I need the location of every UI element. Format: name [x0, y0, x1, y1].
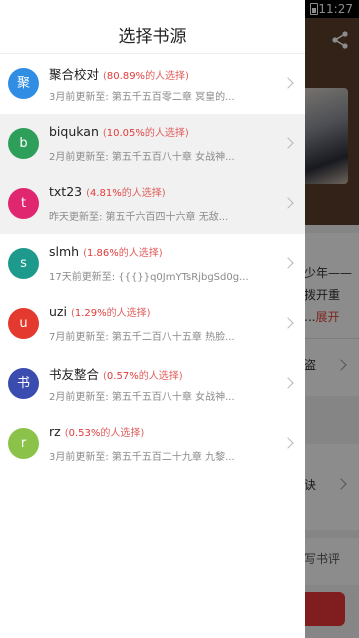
source-name: 聚合校对 — [49, 67, 100, 82]
source-latest-update: 昨天更新至: 第五千六百四十六章 无敌... — [49, 212, 229, 223]
source-avatar: u — [8, 308, 39, 339]
selection-share-suffix: 的人选择) — [138, 371, 183, 382]
selection-percent: 80.89% — [106, 71, 146, 82]
source-row[interactable]: 书书友整合 (0.57%的人选择) 2月前更新至: 第五千五百八十章 女战神... — [0, 354, 305, 414]
chevron-right-icon — [282, 377, 294, 389]
selection-percent: 10.05% — [106, 128, 145, 139]
chevron-right-icon — [282, 437, 294, 449]
selection-percent: 1.86% — [87, 248, 119, 259]
source-row[interactable]: t txt23 (4.81%的人选择) 昨天更新至: 第五千六百四十六章 无敌... — [0, 174, 305, 234]
source-title: 书友整合 (0.57%的人选择) — [49, 364, 183, 383]
source-row[interactable]: r rz (0.53%的人选择) 3月前更新至: 第五千五百二十九章 九黎... — [0, 414, 305, 474]
chevron-right-icon — [282, 137, 294, 149]
source-name: slmh — [49, 244, 80, 259]
selection-share-suffix: 的人选择) — [100, 428, 145, 439]
chevron-right-icon — [282, 197, 294, 209]
selection-share: (80.89%的人选择) — [103, 71, 189, 82]
chevron-right-icon — [282, 257, 294, 269]
selection-share-suffix: 的人选择) — [145, 71, 189, 82]
selection-share: (0.53%的人选择) — [65, 428, 145, 439]
selection-share: (10.05%的人选择) — [103, 128, 189, 139]
selection-percent: 0.53% — [68, 428, 101, 439]
source-list: 聚聚合校对 (80.89%的人选择) 3月前更新至: 第五千五百零二章 冥皇的...… — [0, 54, 305, 474]
source-row[interactable]: b biqukan (10.05%的人选择) 2月前更新至: 第五千五百八十章 女战神… — [0, 114, 305, 174]
selection-share: (1.86%的人选择) — [83, 248, 163, 259]
source-avatar: r — [8, 428, 39, 459]
source-latest-update: 2月前更新至: 第五千五百八十章 女战神... — [49, 392, 235, 403]
source-name: biqukan — [49, 124, 99, 139]
chevron-right-icon — [282, 317, 294, 329]
selection-share: (0.57%的人选择) — [103, 371, 183, 382]
source-title: 聚合校对 (80.89%的人选择) — [49, 64, 189, 83]
selection-share-suffix: 的人选择) — [121, 188, 166, 199]
source-row[interactable]: u uzi (1.29%的人选择) 7月前更新至: 第五千二百八十五章 热脸... — [0, 294, 305, 354]
source-row[interactable]: s slmh (1.86%的人选择) 17天前更新至: {{{}}q0JmYTsRjb… — [0, 234, 305, 294]
selection-share-suffix: 的人选择) — [106, 308, 151, 319]
source-title: rz (0.53%的人选择) — [49, 424, 144, 439]
source-avatar: t — [8, 188, 39, 219]
selection-share: (4.81%的人选择) — [86, 188, 166, 199]
source-latest-update: 3月前更新至: 第五千五百零二章 冥皇的... — [49, 92, 235, 103]
source-title: txt23 (4.81%的人选择) — [49, 184, 166, 199]
selection-percent: 4.81% — [90, 188, 122, 199]
source-name: 书友整合 — [49, 367, 100, 382]
source-avatar: 书 — [8, 368, 39, 399]
source-latest-update: 3月前更新至: 第五千五百二十九章 九黎... — [49, 452, 235, 463]
selection-share-suffix: 的人选择) — [118, 248, 163, 259]
source-latest-update: 17天前更新至: {{{}}q0JmYTsRjbgSd0g... — [49, 272, 249, 283]
selection-share-suffix: 的人选择) — [144, 128, 189, 139]
source-selection-drawer: 选择书源 聚聚合校对 (80.89%的人选择) 3月前更新至: 第五千五百零二章 冥… — [0, 0, 305, 638]
drawer-title: 选择书源 — [118, 27, 187, 47]
selection-percent: 0.57% — [106, 371, 139, 382]
source-title: slmh (1.86%的人选择) — [49, 244, 163, 259]
source-row[interactable]: 聚聚合校对 (80.89%的人选择) 3月前更新至: 第五千五百零二章 冥皇的... — [0, 54, 305, 114]
source-avatar: b — [8, 128, 39, 159]
source-avatar: s — [8, 248, 39, 279]
source-title: biqukan (10.05%的人选择) — [49, 124, 189, 139]
source-avatar: 聚 — [8, 68, 39, 99]
source-name: uzi — [49, 304, 67, 319]
source-title: uzi (1.29%的人选择) — [49, 304, 151, 319]
chevron-right-icon — [282, 77, 294, 89]
source-name: txt23 — [49, 184, 83, 199]
source-latest-update: 2月前更新至: 第五千五百八十章 女战神... — [49, 152, 235, 163]
source-name: rz — [49, 424, 61, 439]
selection-share: (1.29%的人选择) — [71, 308, 151, 319]
source-latest-update: 7月前更新至: 第五千二百八十五章 热脸... — [49, 332, 235, 343]
selection-percent: 1.29% — [74, 308, 107, 319]
